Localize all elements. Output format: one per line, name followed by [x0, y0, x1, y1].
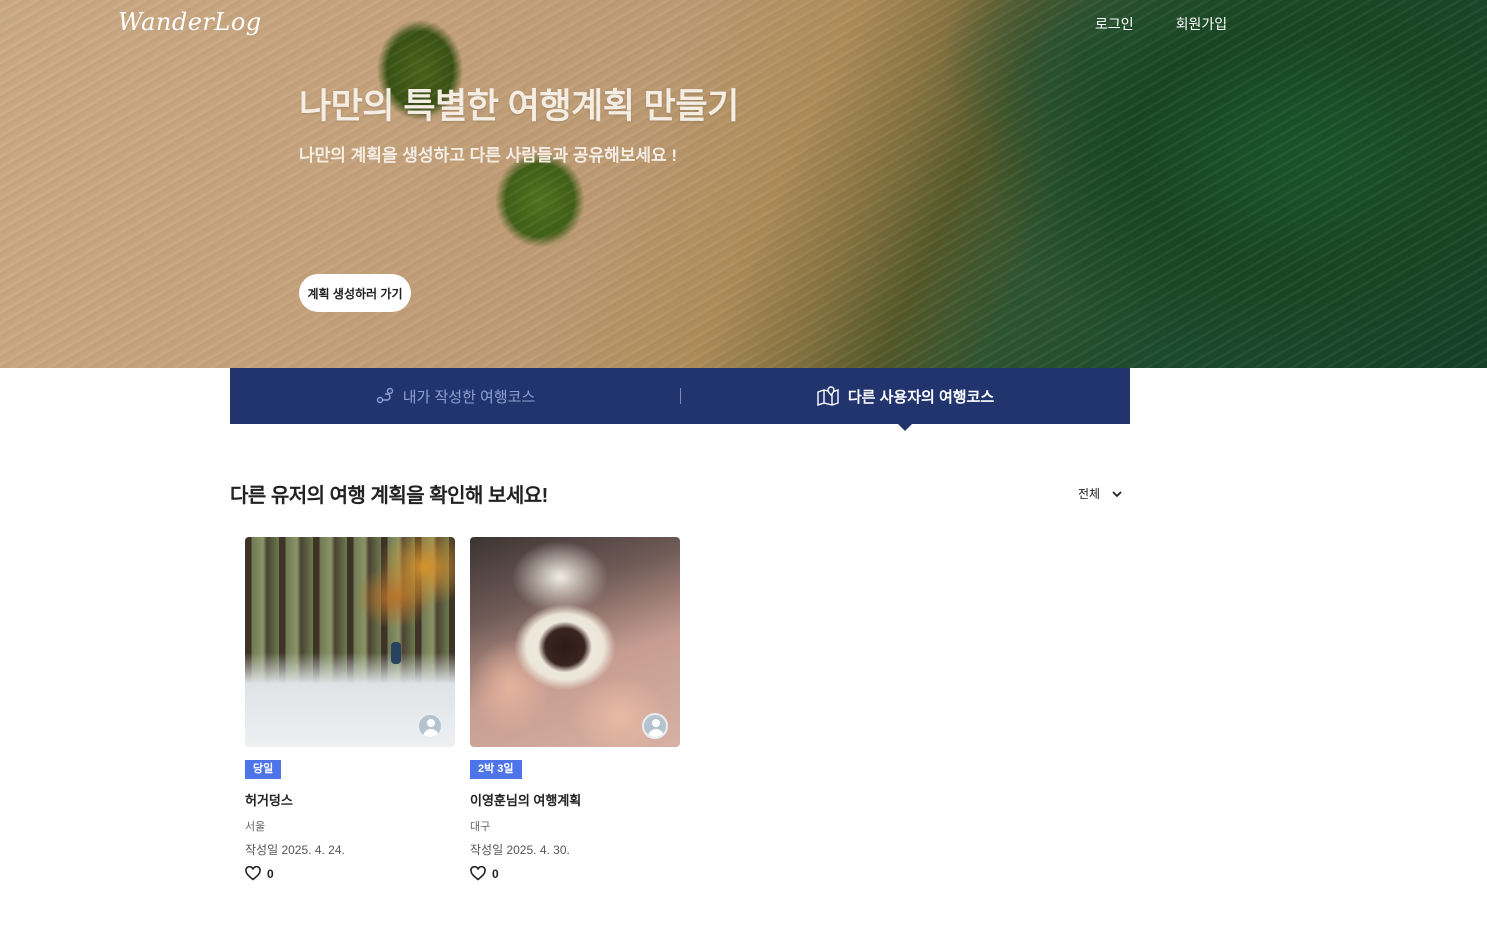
plan-location: 대구: [470, 821, 491, 833]
chevron-down-icon: [1112, 490, 1122, 497]
active-tab-indicator: [898, 424, 912, 431]
hiker-figure: [391, 642, 401, 664]
logo[interactable]: WanderLog: [118, 8, 262, 36]
avatar-icon: [417, 713, 443, 739]
tab-my-courses[interactable]: 내가 작성한 여행코스: [230, 368, 680, 424]
like-count: 0: [492, 866, 499, 881]
plan-card[interactable]: 2박 3일 이영훈님의 여행계획 대구 작성일 2025. 4. 30. 0: [470, 537, 680, 881]
signup-link[interactable]: 회원가입: [1176, 14, 1228, 34]
top-nav: 로그인 회원가입: [1095, 14, 1227, 34]
heart-icon[interactable]: [470, 866, 486, 881]
like-control[interactable]: 0: [470, 866, 680, 881]
like-control[interactable]: 0: [245, 866, 455, 881]
hero-overlay: [0, 0, 1487, 368]
plan-title[interactable]: 허거덩스: [245, 790, 455, 809]
plan-thumbnail[interactable]: [245, 537, 455, 747]
section-title: 다른 유저의 여행 계획을 확인해 보세요!: [230, 485, 548, 507]
login-link[interactable]: 로그인: [1095, 14, 1134, 34]
plan-location: 서울: [245, 821, 266, 833]
duration-badge: 당일: [245, 760, 282, 779]
map-pin-icon: [817, 386, 839, 406]
duration-badge: 2박 3일: [470, 760, 522, 779]
course-tabs: 내가 작성한 여행코스 다른 사용자의 여행코스: [230, 368, 1130, 424]
heart-icon[interactable]: [245, 866, 261, 881]
plan-title[interactable]: 이영훈님의 여행계획: [470, 790, 680, 809]
plan-thumbnail[interactable]: [470, 537, 680, 747]
filter-select[interactable]: 전체: [1078, 485, 1122, 502]
hero-title: 나만의 특별한 여행계획 만들기: [299, 87, 739, 126]
hero-banner: WanderLog 로그인 회원가입 나만의 특별한 여행계획 만들기 나만의 …: [0, 0, 1487, 368]
filter-select-value: 전체: [1078, 487, 1101, 501]
avatar-icon: [642, 713, 668, 739]
plan-date: 작성일 2025. 4. 24.: [245, 843, 345, 857]
create-plan-button[interactable]: 계획 생성하러 가기: [299, 274, 411, 312]
tab-other-courses[interactable]: 다른 사용자의 여행코스: [680, 368, 1130, 424]
tab-my-courses-label: 내가 작성한 여행코스: [402, 388, 536, 406]
like-count: 0: [267, 866, 274, 881]
hero-subtitle: 나만의 계획을 생성하고 다른 사람들과 공유해보세요 !: [299, 146, 678, 165]
tab-other-courses-label: 다른 사용자의 여행코스: [847, 388, 995, 406]
plan-date: 작성일 2025. 4. 30.: [470, 843, 570, 857]
plan-card[interactable]: 당일 허거덩스 서울 작성일 2025. 4. 24. 0: [245, 537, 455, 881]
route-icon: [376, 387, 393, 404]
